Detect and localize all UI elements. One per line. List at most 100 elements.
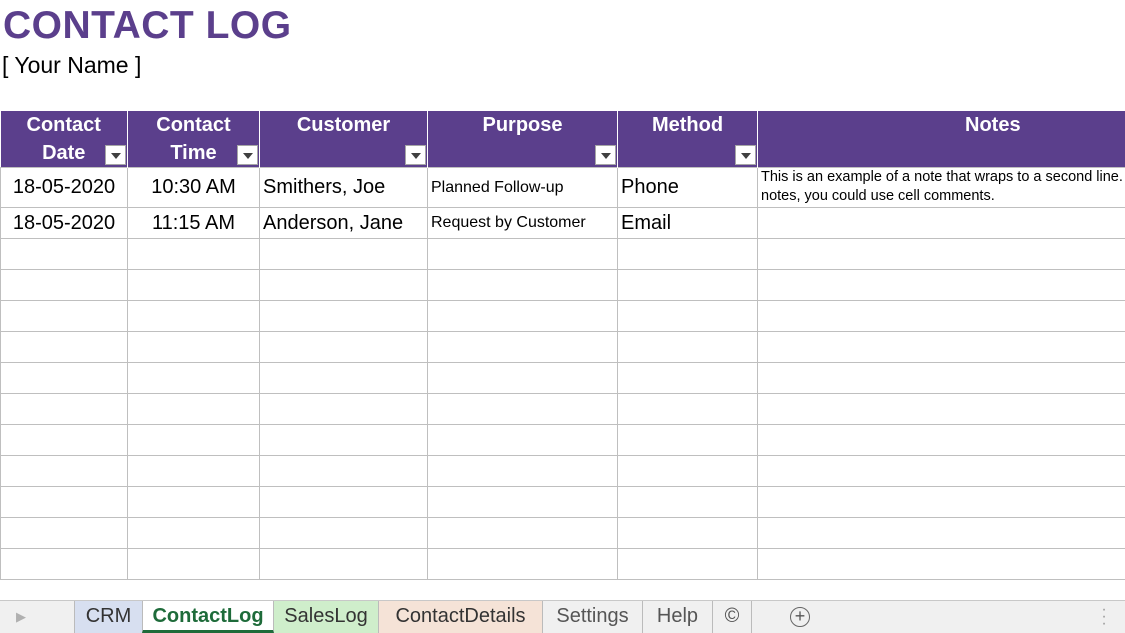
empty-cell[interactable] xyxy=(0,455,128,487)
empty-cell[interactable] xyxy=(427,424,618,456)
purpose-cell[interactable]: Request by Customer xyxy=(427,207,618,239)
empty-cell[interactable] xyxy=(757,548,1125,580)
your-name-cell[interactable]: [ Your Name ] xyxy=(2,52,141,79)
empty-cell[interactable] xyxy=(617,393,758,425)
more-options-icon[interactable]: · · · xyxy=(1100,602,1108,632)
empty-cell[interactable] xyxy=(127,331,260,363)
empty-cell[interactable] xyxy=(259,331,428,363)
empty-cell[interactable] xyxy=(259,548,428,580)
empty-cell[interactable] xyxy=(617,300,758,332)
add-sheet-icon[interactable]: + xyxy=(790,607,810,627)
empty-cell[interactable] xyxy=(259,486,428,518)
filter-dropdown-icon[interactable] xyxy=(735,145,756,165)
empty-cell[interactable] xyxy=(259,393,428,425)
contact-time-cell[interactable]: 10:30 AM xyxy=(127,167,260,208)
customer-cell[interactable]: Smithers, Joe xyxy=(259,167,428,208)
empty-cell[interactable] xyxy=(427,238,618,270)
contact-date-cell[interactable]: 18-05-2020 xyxy=(0,207,128,239)
empty-cell[interactable] xyxy=(259,362,428,394)
empty-cell[interactable] xyxy=(259,269,428,301)
empty-cell[interactable] xyxy=(757,486,1125,518)
empty-cell[interactable] xyxy=(617,362,758,394)
empty-cell[interactable] xyxy=(427,517,618,549)
empty-cell[interactable] xyxy=(617,424,758,456)
empty-cell[interactable] xyxy=(127,269,260,301)
empty-cell[interactable] xyxy=(259,300,428,332)
tab-crm[interactable]: CRM xyxy=(74,601,142,633)
tab-copyright[interactable]: © xyxy=(712,601,752,633)
empty-cell[interactable] xyxy=(259,455,428,487)
tab-contactdetails[interactable]: ContactDetails xyxy=(378,601,542,633)
empty-cell[interactable] xyxy=(0,424,128,456)
empty-cell[interactable] xyxy=(127,548,260,580)
empty-cell[interactable] xyxy=(127,238,260,270)
tab-saleslog[interactable]: SalesLog xyxy=(274,601,378,633)
purpose-cell[interactable]: Planned Follow-up xyxy=(427,167,618,208)
empty-cell[interactable] xyxy=(427,362,618,394)
empty-cell[interactable] xyxy=(127,517,260,549)
empty-cell[interactable] xyxy=(757,269,1125,301)
filter-dropdown-icon[interactable] xyxy=(405,145,426,165)
empty-cell[interactable] xyxy=(757,331,1125,363)
header-contact-time: Contact Time xyxy=(127,111,260,168)
scroll-left-icon[interactable]: ▶ xyxy=(16,609,26,625)
empty-cell[interactable] xyxy=(617,517,758,549)
empty-cell[interactable] xyxy=(757,455,1125,487)
empty-cell[interactable] xyxy=(427,269,618,301)
empty-cell[interactable] xyxy=(427,331,618,363)
empty-row xyxy=(0,424,1125,456)
empty-cell[interactable] xyxy=(617,238,758,270)
empty-cell[interactable] xyxy=(427,548,618,580)
notes-cell[interactable]: This is an example of a note that wraps … xyxy=(757,167,1125,208)
empty-row xyxy=(0,362,1125,394)
customer-cell[interactable]: Anderson, Jane xyxy=(259,207,428,239)
empty-cell[interactable] xyxy=(127,455,260,487)
empty-cell[interactable] xyxy=(127,393,260,425)
empty-cell[interactable] xyxy=(757,393,1125,425)
empty-cell[interactable] xyxy=(0,486,128,518)
empty-cell[interactable] xyxy=(427,393,618,425)
empty-cell[interactable] xyxy=(0,269,128,301)
contact-date-cell[interactable]: 18-05-2020 xyxy=(0,167,128,208)
tab-settings[interactable]: Settings xyxy=(542,601,642,633)
header-label: Contact xyxy=(156,114,231,136)
empty-cell[interactable] xyxy=(259,424,428,456)
empty-cell[interactable] xyxy=(0,300,128,332)
empty-cell[interactable] xyxy=(757,238,1125,270)
empty-cell[interactable] xyxy=(127,424,260,456)
filter-dropdown-icon[interactable] xyxy=(105,145,126,165)
empty-cell[interactable] xyxy=(0,393,128,425)
empty-cell[interactable] xyxy=(757,362,1125,394)
empty-cell[interactable] xyxy=(617,486,758,518)
filter-dropdown-icon[interactable] xyxy=(237,145,258,165)
empty-cell[interactable] xyxy=(757,300,1125,332)
empty-cell[interactable] xyxy=(757,517,1125,549)
empty-cell[interactable] xyxy=(0,331,128,363)
empty-cell[interactable] xyxy=(617,455,758,487)
empty-row xyxy=(0,486,1125,518)
empty-cell[interactable] xyxy=(259,238,428,270)
empty-cell[interactable] xyxy=(427,486,618,518)
empty-cell[interactable] xyxy=(617,269,758,301)
empty-cell[interactable] xyxy=(127,486,260,518)
empty-cell[interactable] xyxy=(0,238,128,270)
empty-cell[interactable] xyxy=(0,362,128,394)
empty-cell[interactable] xyxy=(427,300,618,332)
contact-time-cell[interactable]: 11:15 AM xyxy=(127,207,260,239)
tab-help[interactable]: Help xyxy=(642,601,712,633)
method-cell[interactable]: Email xyxy=(617,207,758,239)
tab-contactlog[interactable]: ContactLog xyxy=(142,601,274,633)
method-cell[interactable]: Phone xyxy=(617,167,758,208)
empty-cell[interactable] xyxy=(127,300,260,332)
filter-dropdown-icon[interactable] xyxy=(595,145,616,165)
page-title: CONTACT LOG xyxy=(3,4,292,47)
empty-cell[interactable] xyxy=(757,424,1125,456)
empty-cell[interactable] xyxy=(127,362,260,394)
empty-cell[interactable] xyxy=(427,455,618,487)
notes-cell[interactable] xyxy=(757,207,1125,239)
empty-cell[interactable] xyxy=(0,548,128,580)
empty-cell[interactable] xyxy=(617,331,758,363)
empty-cell[interactable] xyxy=(259,517,428,549)
empty-cell[interactable] xyxy=(617,548,758,580)
empty-cell[interactable] xyxy=(0,517,128,549)
